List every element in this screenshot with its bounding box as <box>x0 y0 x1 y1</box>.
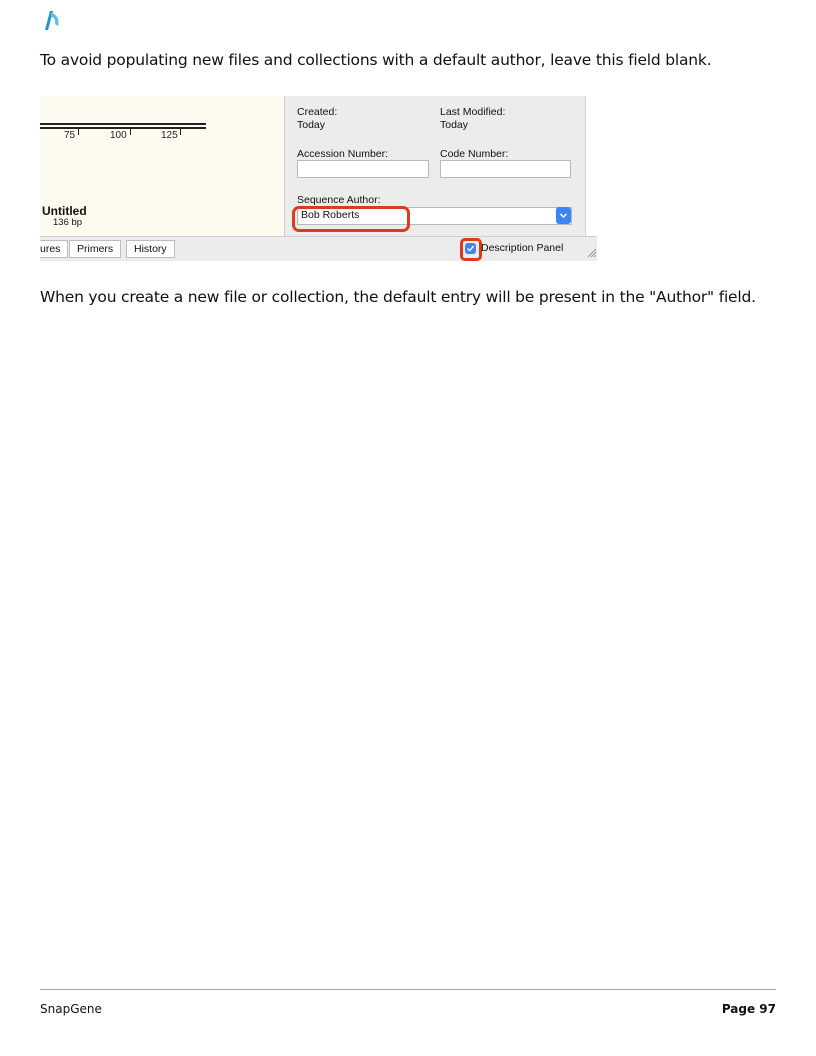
chevron-down-icon <box>559 213 568 219</box>
created-value: Today <box>297 119 326 131</box>
ruler-tick-label: 75 <box>64 130 76 141</box>
code-label: Code Number: <box>440 148 509 160</box>
tab-features[interactable]: ures <box>40 240 69 258</box>
description-panel-label: Description Panel <box>481 242 564 254</box>
modified-label: Last Modified: <box>440 106 506 118</box>
ruler-tick-mark <box>180 129 181 135</box>
sequence-map-pane: 75 100 125 Untitled 136 bp <box>40 96 284 236</box>
ruler-tick-mark <box>78 129 79 135</box>
author-highlight-callout <box>292 206 410 232</box>
footer-divider <box>40 989 776 990</box>
snapgene-logo-icon <box>40 8 64 32</box>
sequence-description-screenshot: 75 100 125 Untitled 136 bp Created: Toda… <box>40 96 597 261</box>
created-label: Created: <box>297 106 338 118</box>
scrollbar[interactable] <box>585 96 597 236</box>
ruler-line <box>40 123 206 125</box>
author-dropdown-button[interactable] <box>556 207 571 224</box>
tab-history[interactable]: History <box>126 240 175 258</box>
ruler-tick-label: 100 <box>110 130 127 141</box>
tab-primers[interactable]: Primers <box>69 240 122 258</box>
ruler-tick-mark <box>130 129 131 135</box>
resize-grip-icon[interactable] <box>586 247 596 257</box>
accession-label: Accession Number: <box>297 148 389 160</box>
page-number: Page 97 <box>721 1002 776 1016</box>
code-number-input[interactable] <box>440 160 571 178</box>
accession-number-input[interactable] <box>297 160 429 178</box>
outro-paragraph: When you create a new file or collection… <box>40 288 756 306</box>
sequence-length: 136 bp <box>53 217 83 228</box>
footer-product-name: SnapGene <box>40 1002 102 1016</box>
checkbox-highlight-callout <box>460 238 482 261</box>
ruler-line <box>40 127 206 129</box>
sequence-name: Untitled <box>42 204 87 218</box>
author-label: Sequence Author: <box>297 194 381 206</box>
intro-paragraph: To avoid populating new files and collec… <box>40 51 712 69</box>
bottom-tab-bar: ures Primers History Description Panel <box>40 236 597 261</box>
modified-value: Today <box>440 119 469 131</box>
ruler-tick-label: 125 <box>161 130 178 141</box>
